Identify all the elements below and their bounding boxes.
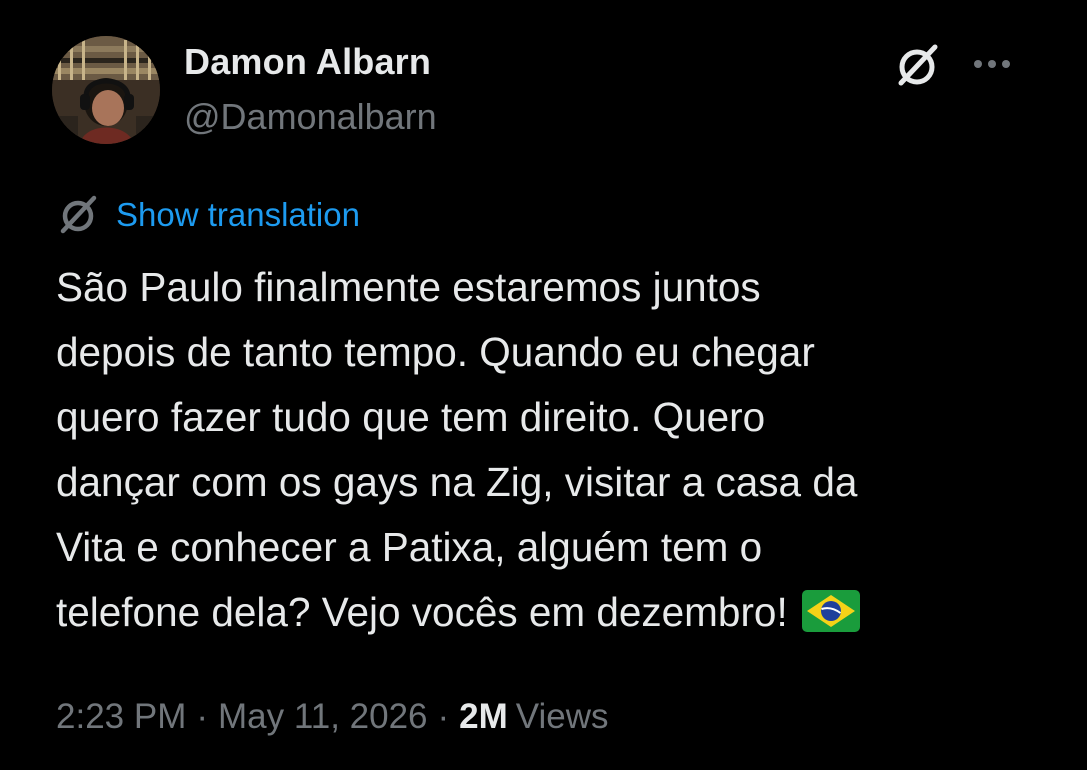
tweet-text-line: telefone dela? Vejo vocês em dezembro! — [56, 589, 788, 635]
brazil-flag-emoji-icon — [801, 590, 860, 632]
tweet-text-line-last: telefone dela? Vejo vocês em dezembro! — [56, 580, 1056, 645]
tweet-date[interactable]: May 11, 2026 — [218, 697, 428, 736]
grok-button[interactable] — [893, 42, 941, 90]
show-translation-link[interactable]: Show translation — [116, 196, 360, 234]
translation-row[interactable]: Show translation — [56, 193, 360, 237]
meta-separator: · — [437, 697, 450, 736]
grok-slash-icon — [898, 44, 938, 86]
more-options-button[interactable] — [968, 50, 1016, 78]
tweet-text: São Paulo finalmente estaremos juntos de… — [56, 255, 1056, 645]
author-handle[interactable]: @Damonalbarn — [184, 96, 437, 138]
tweet-time[interactable]: 2:23 PM — [56, 697, 186, 736]
avatar-photo-icon — [52, 36, 160, 144]
grok-slash-icon — [60, 195, 97, 234]
tweet-text-line: Vita e conhecer a Patixa, alguém tem o — [56, 524, 763, 570]
tweet-text-line: dançar com os gays na Zig, visitar a cas… — [56, 459, 858, 505]
author-display-name[interactable]: Damon Albarn — [184, 41, 431, 83]
tweet-text-line: São Paulo finalmente estaremos juntos — [56, 264, 761, 310]
more-dots-icon — [974, 60, 1010, 68]
tweet-text-line: quero fazer tudo que tem direito. Quero — [56, 394, 766, 440]
tweet-meta: 2:23 PM · May 11, 2026 · 2M Views — [56, 697, 609, 737]
meta-separator: · — [196, 697, 209, 736]
tweet-text-line: depois de tanto tempo. Quando eu chegar — [56, 329, 815, 375]
tweet-card: Damon Albarn @Damonalbarn Show translati… — [0, 0, 1087, 770]
views-label: Views — [515, 697, 609, 736]
avatar[interactable] — [52, 36, 160, 144]
views-count[interactable]: 2M — [459, 697, 508, 736]
